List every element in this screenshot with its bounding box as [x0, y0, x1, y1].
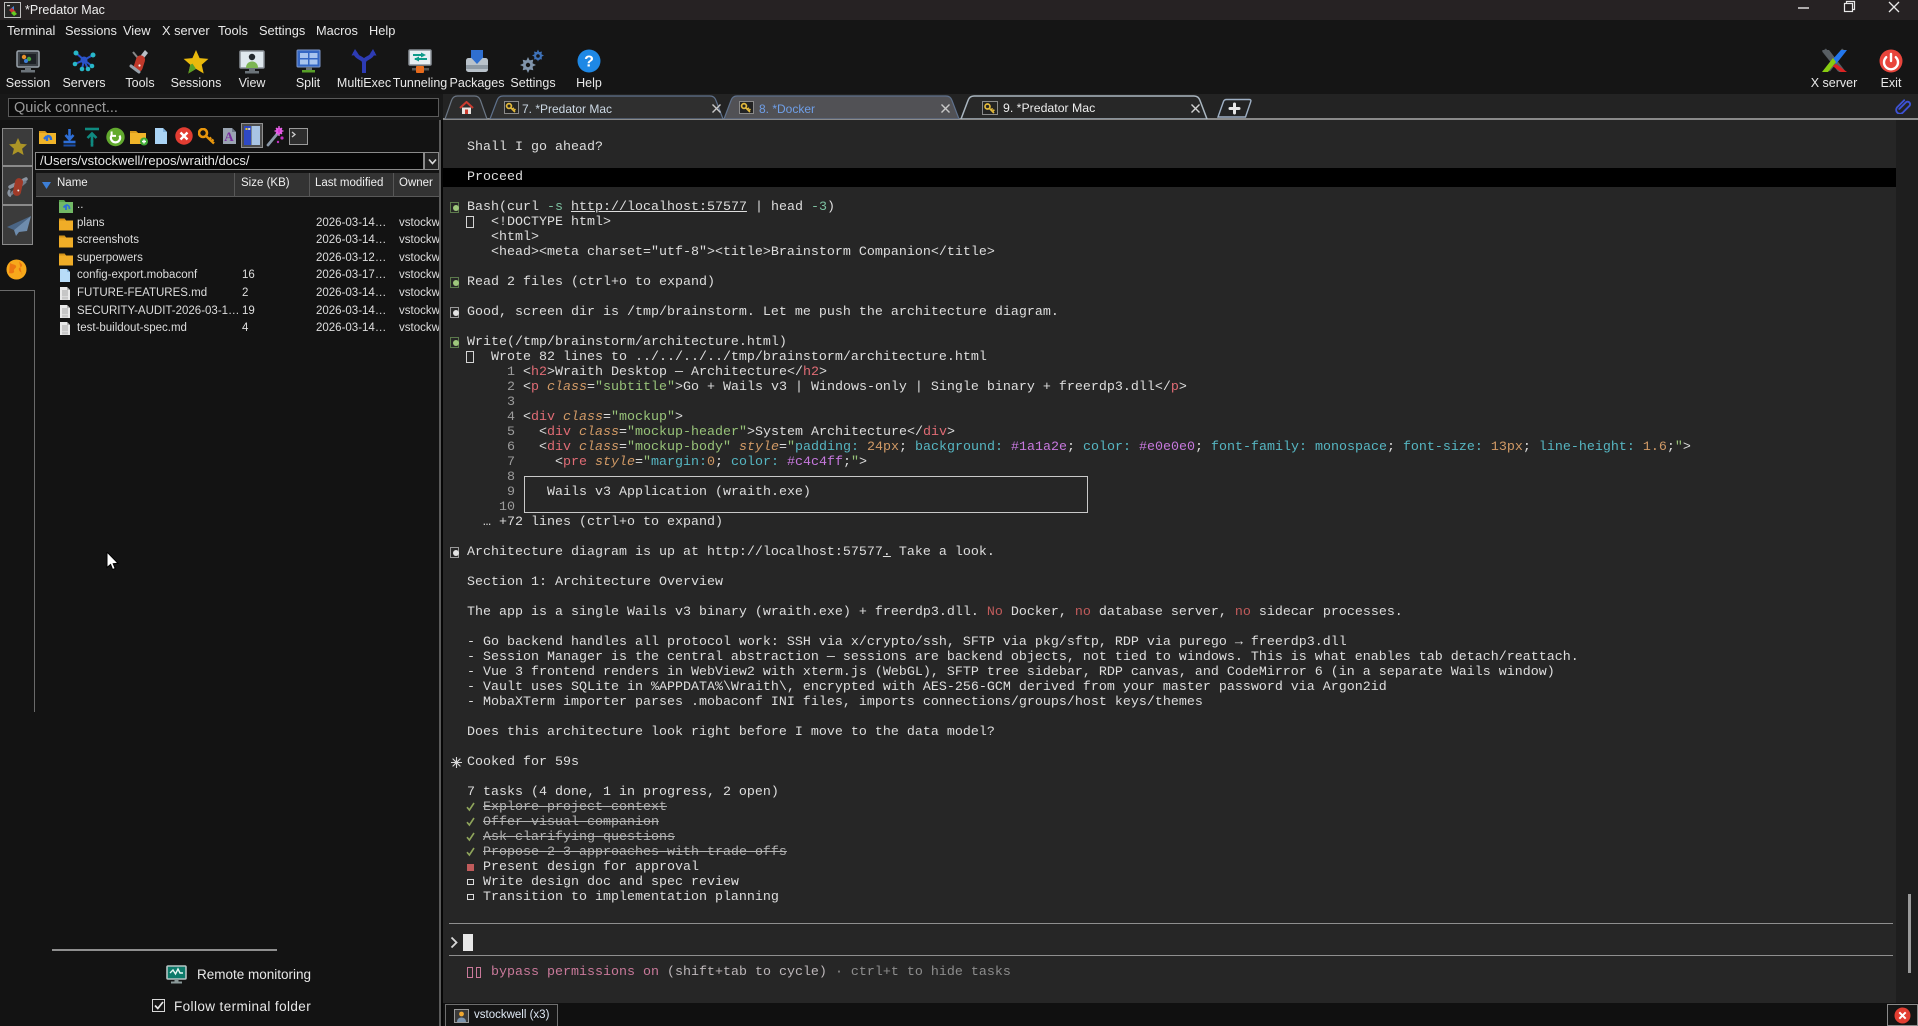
svg-text:?: ?	[584, 54, 594, 71]
svg-text:A: A	[224, 129, 234, 144]
